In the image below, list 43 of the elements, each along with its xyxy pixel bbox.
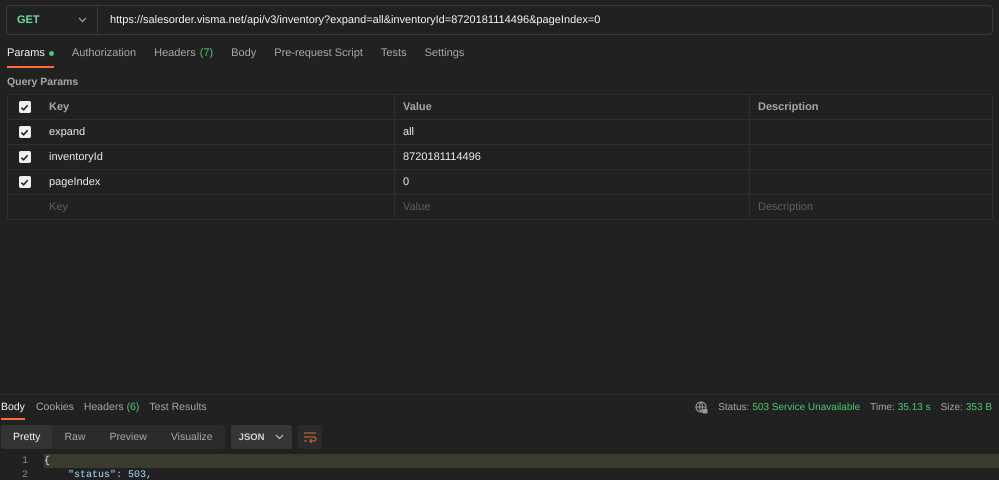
column-header: Value — [394, 95, 749, 119]
request-tab[interactable]: Body — [231, 41, 256, 68]
table-cell[interactable]: expand — [41, 120, 394, 144]
wrap-lines-icon — [302, 431, 317, 443]
chevron-down-icon — [274, 434, 284, 440]
view-mode-tab[interactable]: Visualize — [158, 425, 225, 449]
checkbox[interactable] — [18, 176, 30, 188]
format-dropdown[interactable]: JSON — [230, 425, 292, 449]
chevron-down-icon — [78, 17, 87, 23]
checkbox[interactable] — [18, 151, 30, 163]
url-field[interactable]: https://salesorder.visma.net/api/v3/inventory?expand=all&inventoryId=8720181114496&pageIndex=0 — [98, 14, 600, 26]
line-number: 1 — [20, 456, 29, 466]
response-tab[interactable]: Cookies — [36, 395, 74, 420]
status-text: Status: 503 Service Unavailable — [718, 402, 860, 413]
table-cell[interactable]: 0 — [394, 170, 749, 194]
request-tab[interactable]: Settings — [424, 41, 464, 68]
request-tab[interactable]: Pre-request Script — [274, 41, 363, 68]
section-title: Query Params — [6, 75, 80, 90]
column-header: Description — [749, 95, 992, 119]
response-tab[interactable]: Test Results — [149, 395, 207, 420]
code-line: "status": 503, — [67, 468, 154, 480]
wrap-lines-button[interactable] — [298, 425, 322, 449]
view-mode-tab[interactable]: Pretty — [1, 425, 52, 449]
request-tab[interactable]: Authorization — [72, 41, 136, 68]
size-text: Size: 353 B — [940, 402, 992, 413]
checkbox[interactable] — [18, 126, 30, 138]
view-mode-tab[interactable]: Preview — [97, 425, 159, 449]
column-header: Key — [48, 100, 70, 115]
response-tab[interactable]: Headers (6) — [84, 395, 140, 420]
request-tab[interactable]: Headers (7) — [154, 41, 214, 68]
response-tab[interactable]: Body — [1, 395, 25, 420]
table-cell[interactable]: 8720181114496 — [394, 145, 749, 169]
table-cell[interactable]: all — [394, 120, 749, 144]
request-tab[interactable]: Params — [7, 41, 54, 68]
table-cell[interactable]: inventoryId — [41, 145, 394, 169]
view-mode-tab[interactable]: Raw — [52, 425, 98, 449]
time-text: Time: 35.13 s — [870, 402, 931, 413]
table-cell[interactable]: pageIndex — [41, 170, 394, 194]
line-number: 2 — [20, 470, 29, 480]
method-dropdown[interactable]: GET — [7, 6, 98, 34]
globe-icon[interactable] — [695, 401, 708, 414]
request-tab[interactable]: Tests — [380, 41, 407, 68]
checkbox[interactable] — [18, 101, 30, 113]
